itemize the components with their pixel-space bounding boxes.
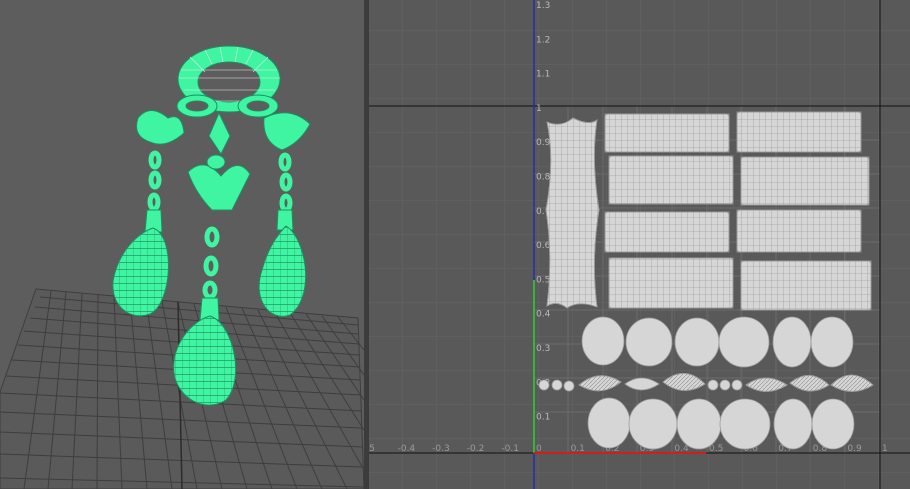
viewport-canvas[interactable]	[0, 0, 364, 489]
v-tick-label: 0.4	[536, 310, 551, 320]
v-tick-label: 1.1	[536, 70, 550, 80]
u-tick-label: -0.1	[501, 444, 519, 454]
u-tick-label: 0.9	[847, 444, 862, 454]
u-tick-label: -.5	[369, 444, 375, 454]
v-tick-label: 0.8	[536, 173, 551, 183]
uv-editor[interactable]: 1.31.21.110.90.80.70.60.50.40.30.20.1 -.…	[369, 0, 910, 489]
u-tick-label: -0.3	[432, 444, 450, 454]
v-tick-label: 0.9	[536, 138, 551, 148]
u-tick-label: 0.5	[709, 444, 723, 454]
v-tick-label: 0.6	[536, 241, 551, 251]
v-tick-label: 1	[536, 104, 542, 114]
u-tick-label: 0	[536, 444, 542, 454]
uv-canvas[interactable]: 1.31.21.110.90.80.70.60.50.40.30.20.1 -.…	[369, 0, 910, 489]
u-tick-label: 0.4	[674, 444, 689, 454]
v-tick-label: 0.5	[536, 275, 550, 285]
u-tick-label: 0.1	[571, 444, 585, 454]
v-tick-label: 1.2	[536, 35, 550, 45]
u-tick-label: -0.4	[398, 444, 416, 454]
v-tick-label: 0.3	[536, 344, 550, 354]
u-tick-label: -0.2	[467, 444, 485, 454]
perspective-viewport[interactable]	[0, 0, 364, 489]
v-tick-label: 1.3	[536, 1, 550, 11]
v-tick-label: 0.1	[536, 413, 550, 423]
u-tick-label: 1	[882, 444, 888, 454]
